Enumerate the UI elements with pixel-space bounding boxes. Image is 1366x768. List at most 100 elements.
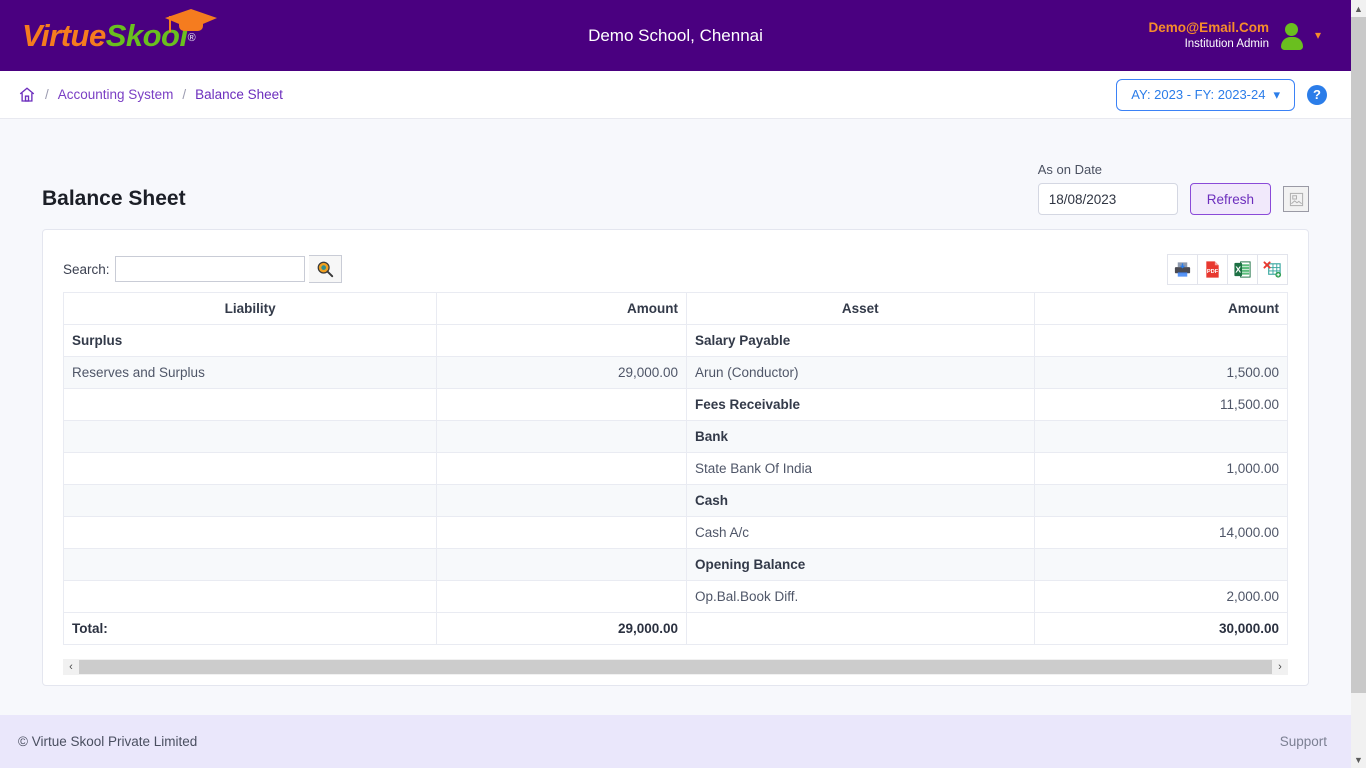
- cell-liability-amount: [436, 388, 687, 421]
- cell-liability: Surplus: [62, 324, 438, 357]
- column-header-asset-amount[interactable]: Amount: [1033, 292, 1289, 325]
- cell-asset-amount: [1033, 548, 1289, 581]
- svg-text:PDF: PDF: [1207, 268, 1219, 274]
- cell-liability-amount: [436, 580, 687, 613]
- home-icon[interactable]: [18, 86, 36, 104]
- brand-logo[interactable]: VirtueSkool®: [0, 9, 270, 53]
- page-header: Balance Sheet As on Date Refresh: [42, 119, 1309, 215]
- table-row[interactable]: Opening Balance: [62, 548, 1289, 581]
- cell-liability: [62, 420, 438, 453]
- image-placeholder-icon-button[interactable]: [1283, 186, 1309, 212]
- cell-liability: [62, 388, 438, 421]
- cell-asset: Cash A/c: [686, 516, 1035, 549]
- as-on-date-input[interactable]: [1037, 183, 1178, 215]
- cell-total-liability-amount: 29,000.00: [436, 612, 687, 645]
- scroll-thumb[interactable]: [1351, 17, 1366, 693]
- table-total-row: Total: 29,000.00 30,000.00: [62, 612, 1289, 645]
- cell-total-asset-amount: 30,000.00: [1033, 612, 1289, 645]
- cell-total-asset-label: [686, 612, 1035, 645]
- cell-asset-amount: 11,500.00: [1033, 388, 1289, 421]
- csv-icon[interactable]: [1257, 253, 1288, 285]
- cell-liability: [62, 452, 438, 485]
- excel-icon[interactable]: X: [1227, 253, 1258, 285]
- export-buttons: PDF X: [1167, 253, 1288, 285]
- academic-year-label: AY: 2023 - FY: 2023-24: [1131, 87, 1266, 102]
- logo-text-skool: Skool: [105, 18, 188, 53]
- breadcrumb: / Accounting System / Balance Sheet: [18, 86, 283, 104]
- app-viewport: VirtueSkool® Demo School, Chennai Demo@E…: [0, 0, 1351, 768]
- table-toolbar: Search: PDF X: [63, 246, 1288, 292]
- academic-year-selector[interactable]: AY: 2023 - FY: 2023-24 ▾: [1116, 78, 1295, 111]
- cell-liability: Reserves and Surplus: [62, 356, 438, 389]
- table-row[interactable]: Reserves and Surplus 29,000.00 Arun (Con…: [62, 356, 1289, 389]
- table-horizontal-scrollbar[interactable]: ‹ ›: [63, 659, 1288, 675]
- cell-total-label: Total:: [62, 612, 438, 645]
- as-on-date-label: As on Date: [1037, 162, 1103, 177]
- pdf-icon[interactable]: PDF: [1197, 253, 1228, 285]
- cell-liability: [62, 516, 438, 549]
- cell-asset: Op.Bal.Book Diff.: [686, 580, 1035, 613]
- breadcrumb-separator-2: /: [182, 87, 187, 102]
- cell-asset-amount: [1033, 420, 1289, 453]
- column-header-liability-amount[interactable]: Amount: [436, 292, 687, 325]
- scroll-left-arrow-icon[interactable]: ‹: [63, 659, 79, 675]
- balance-sheet-card: Search: PDF X Liability Amount Asset Amo…: [42, 229, 1309, 686]
- cell-asset: Bank: [686, 420, 1035, 453]
- breadcrumb-item-accounting-system[interactable]: Accounting System: [58, 87, 174, 102]
- user-menu[interactable]: Demo@Email.Com Institution Admin ▾: [1149, 19, 1321, 53]
- table-row[interactable]: Surplus Salary Payable: [62, 324, 1289, 357]
- logo-text-virtue: Virtue: [22, 18, 106, 53]
- cell-liability: [62, 484, 438, 517]
- column-header-asset[interactable]: Asset: [686, 292, 1035, 325]
- table-row[interactable]: State Bank Of India 1,000.00: [62, 452, 1289, 485]
- page-content: Balance Sheet As on Date Refresh: [0, 119, 1351, 686]
- cell-asset-amount: 2,000.00: [1033, 580, 1289, 613]
- cell-asset-amount: 1,000.00: [1033, 452, 1289, 485]
- breadcrumb-separator-1: /: [45, 87, 49, 102]
- table-row[interactable]: Bank: [62, 420, 1289, 453]
- chevron-down-icon[interactable]: ▾: [1315, 28, 1321, 42]
- search-icon[interactable]: [308, 255, 342, 283]
- scroll-track[interactable]: [79, 660, 1272, 674]
- breadcrumb-item-balance-sheet[interactable]: Balance Sheet: [195, 87, 283, 102]
- cell-liability-amount: [436, 548, 687, 581]
- cell-asset-amount: 14,000.00: [1033, 516, 1289, 549]
- column-header-liability[interactable]: Liability: [62, 292, 438, 325]
- support-link[interactable]: Support: [1280, 734, 1327, 749]
- table-row[interactable]: Fees Receivable 11,500.00: [62, 388, 1289, 421]
- cell-liability-amount: [436, 516, 687, 549]
- cell-asset: Salary Payable: [686, 324, 1035, 357]
- user-avatar-icon[interactable]: [1279, 22, 1305, 51]
- table-row[interactable]: Cash: [62, 484, 1289, 517]
- page-title: Balance Sheet: [42, 187, 186, 210]
- top-header-bar: VirtueSkool® Demo School, Chennai Demo@E…: [0, 0, 1351, 71]
- scroll-down-arrow-icon[interactable]: ▼: [1351, 751, 1366, 768]
- cell-liability: [62, 580, 438, 613]
- cell-asset: State Bank Of India: [686, 452, 1035, 485]
- search-input[interactable]: [114, 256, 305, 282]
- breadcrumb-bar: / Accounting System / Balance Sheet AY: …: [0, 71, 1351, 119]
- cell-liability-amount: [436, 420, 687, 453]
- table-body: Surplus Salary Payable Reserves and Surp…: [62, 324, 1289, 645]
- cell-asset-amount: 1,500.00: [1033, 356, 1289, 389]
- logo-registered-mark: ®: [187, 32, 196, 44]
- copyright-text: © Virtue Skool Private Limited: [18, 734, 198, 749]
- svg-text:X: X: [1235, 264, 1241, 274]
- search-label: Search:: [63, 261, 110, 277]
- help-button[interactable]: ?: [1307, 84, 1327, 105]
- scroll-right-arrow-icon[interactable]: ›: [1272, 659, 1288, 675]
- print-icon[interactable]: [1167, 253, 1198, 285]
- user-role: Institution Admin: [1184, 37, 1269, 50]
- refresh-button[interactable]: Refresh: [1189, 183, 1271, 215]
- scroll-up-arrow-icon[interactable]: ▲: [1351, 0, 1366, 17]
- cell-asset: Arun (Conductor): [686, 356, 1035, 389]
- cell-asset-amount: [1033, 324, 1289, 357]
- user-email: Demo@Email.Com: [1148, 19, 1269, 35]
- table-row[interactable]: Op.Bal.Book Diff. 2,000.00: [62, 580, 1289, 613]
- table-row[interactable]: Cash A/c 14,000.00: [62, 516, 1289, 549]
- cell-asset: Fees Receivable: [686, 388, 1035, 421]
- browser-scrollbar[interactable]: ▲ ▼: [1351, 0, 1366, 768]
- table-header-row: Liability Amount Asset Amount: [62, 292, 1289, 325]
- cell-liability-amount: [436, 324, 687, 357]
- cell-asset-amount: [1033, 484, 1289, 517]
